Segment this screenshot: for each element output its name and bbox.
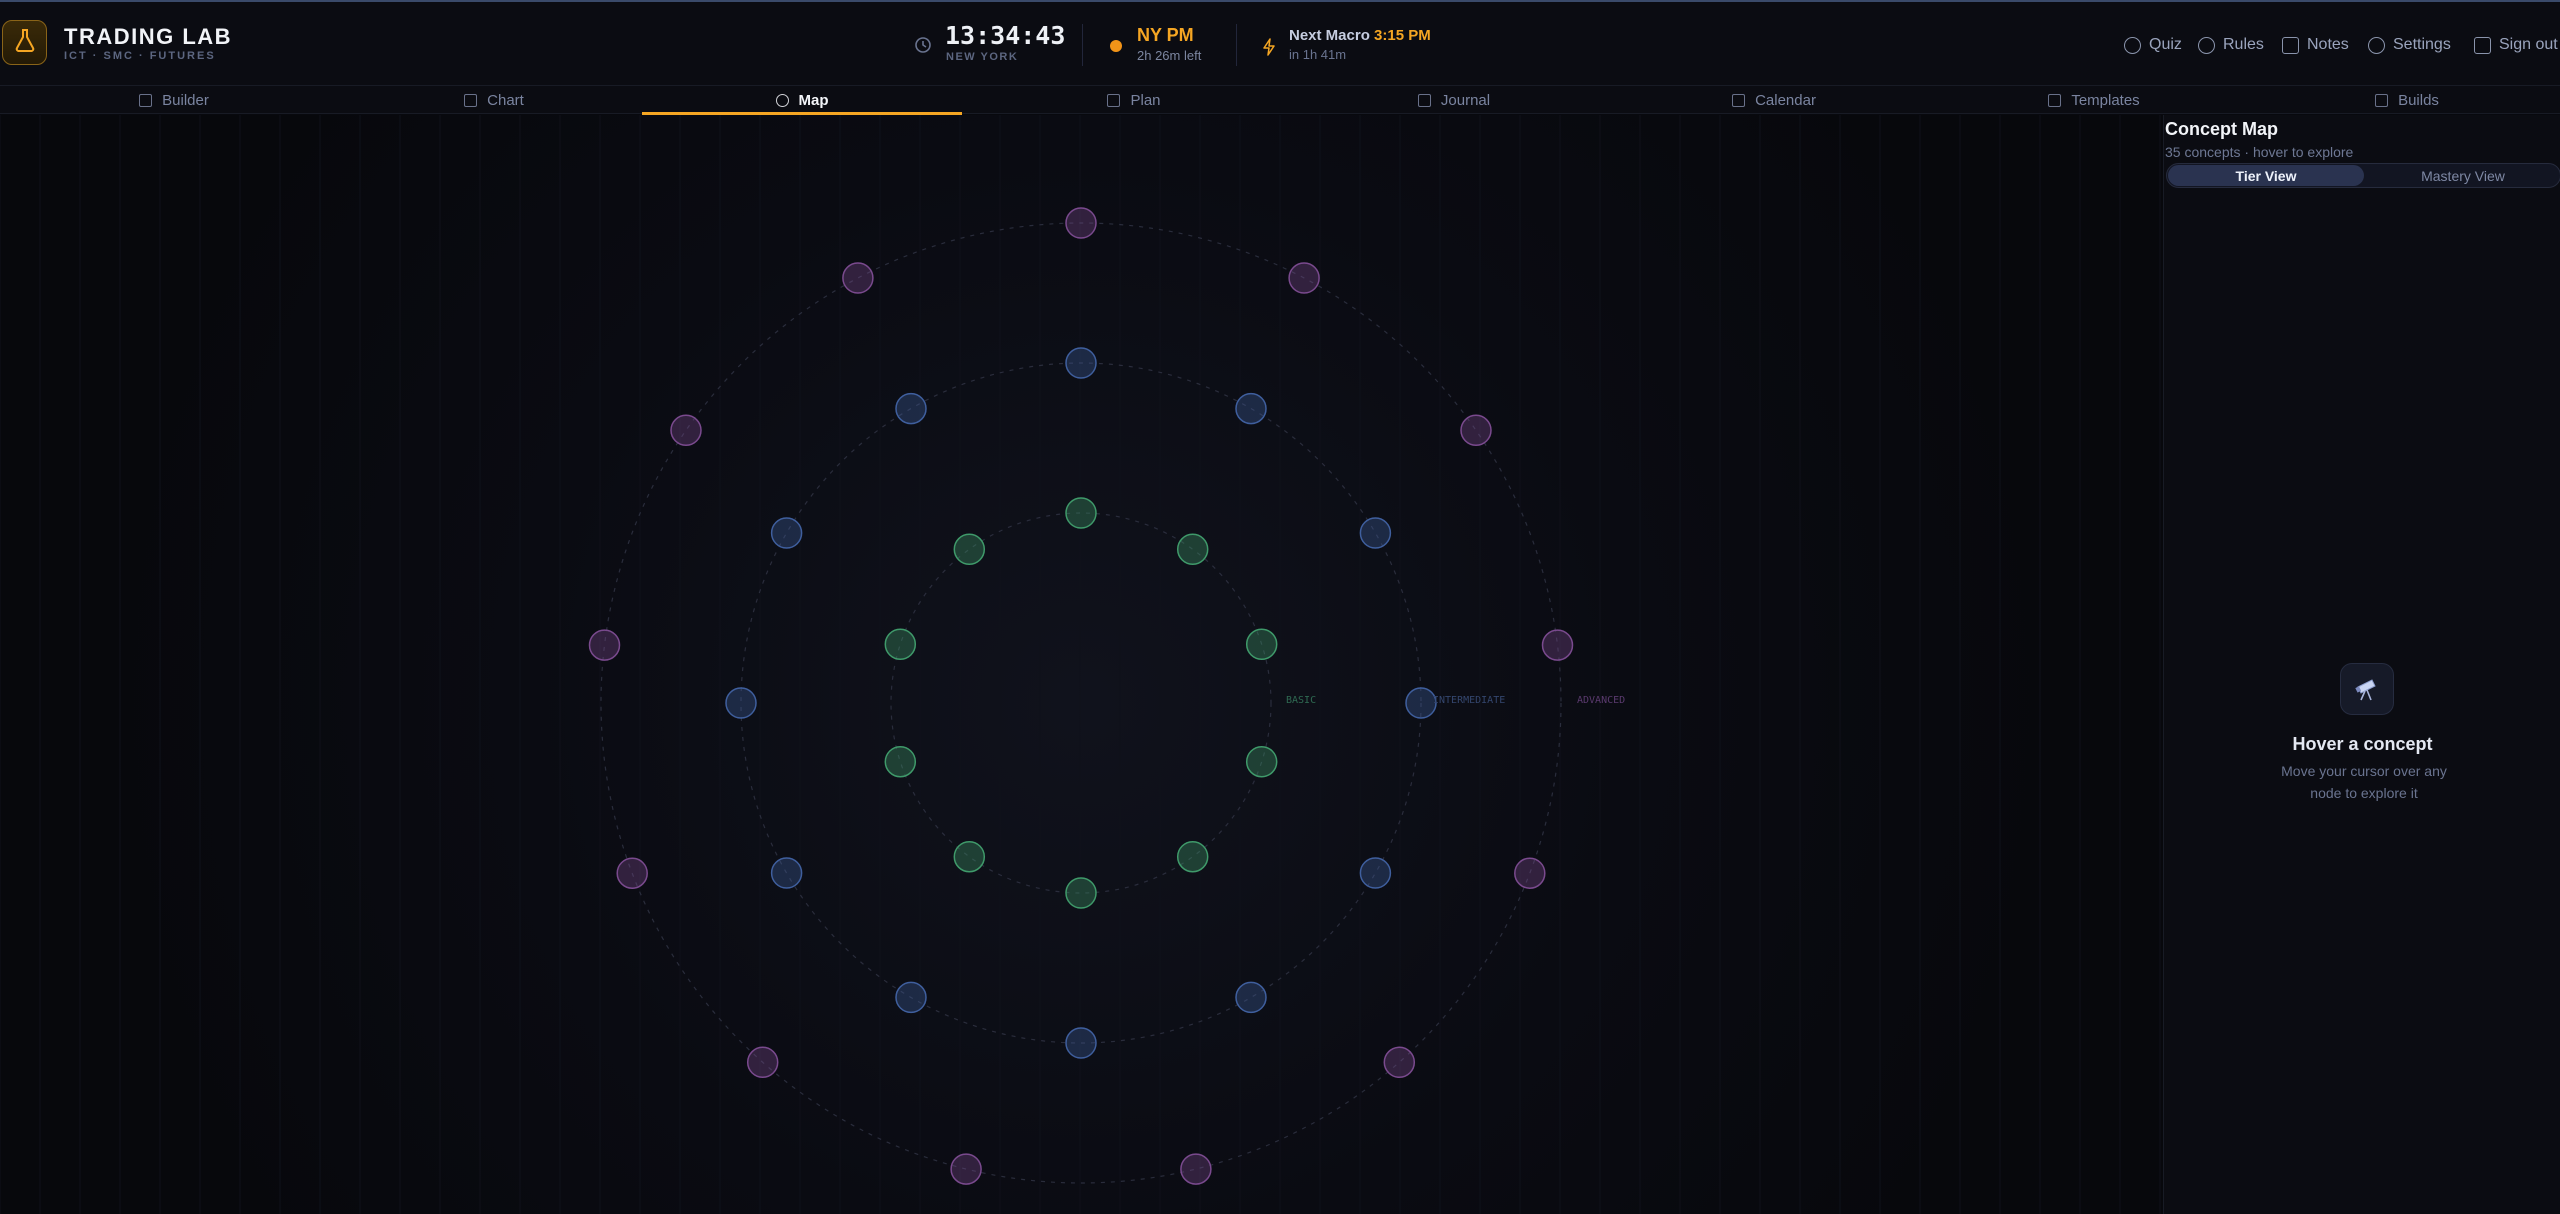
ring-label-basic: BASIC (1286, 695, 1316, 706)
calendar-icon (1732, 93, 1746, 107)
empty-state-description: Move your cursor over any node to explor… (2281, 763, 2447, 801)
tier-view-button[interactable]: Tier View (2168, 165, 2364, 186)
settings-button[interactable]: Settings (2368, 34, 2451, 56)
concept-node-basic[interactable] (1245, 745, 1278, 778)
concept-node-advanced[interactable] (1514, 857, 1546, 889)
tab-builds[interactable]: Builds (2254, 86, 2560, 114)
main-nav: Builder Chart Map Plan Journal Calendar … (0, 86, 2560, 115)
tab-plan[interactable]: Plan (974, 86, 1294, 114)
builds-icon (2375, 93, 2389, 107)
next-macro-countdown: in 1h 41m (1289, 47, 1347, 62)
concept-node-advanced[interactable] (950, 1153, 982, 1185)
concept-node-intermediate[interactable] (1405, 687, 1437, 719)
concept-node-basic[interactable] (1065, 877, 1097, 909)
concept-map-canvas[interactable]: BASIC INTERMEDIATE ADVANCED (0, 115, 2163, 1214)
shield-icon (2198, 36, 2215, 54)
tab-journal[interactable]: Journal (1294, 86, 1614, 114)
concept-node-intermediate[interactable] (1065, 347, 1097, 379)
concept-node-intermediate[interactable] (1065, 1027, 1097, 1059)
concept-node-intermediate[interactable] (1359, 517, 1392, 549)
ring-label-intermediate: INTERMEDIATE (1433, 695, 1505, 706)
journal-icon (1417, 93, 1431, 107)
clock-time: 13:34:43 (945, 21, 1066, 50)
session-time-left: 2h 26m left (1137, 48, 1202, 63)
empty-state-title: Hover a concept (2292, 734, 2433, 754)
view-toggle: Tier View Mastery View (2166, 163, 2560, 188)
concept-node-intermediate[interactable] (895, 981, 927, 1014)
gear-icon (2368, 36, 2385, 54)
app-header: TRADING LAB ICT · SMC · FUTURES 13:34:43… (0, 2, 2560, 86)
panel-title: Concept Map (2165, 119, 2279, 139)
concept-node-advanced[interactable] (1383, 1046, 1416, 1079)
clock-icon (914, 36, 932, 59)
clock-zone: NEW YORK (946, 51, 1019, 63)
concept-map[interactable]: BASIC INTERMEDIATE ADVANCED (0, 115, 2163, 1214)
divider (1236, 24, 1237, 66)
tab-map[interactable]: Map (642, 86, 962, 115)
concept-node-advanced[interactable] (1065, 207, 1097, 239)
next-macro-time: 3:15 PM (1374, 27, 1431, 44)
mastery-view-button[interactable]: Mastery View (2365, 165, 2560, 186)
divider (1082, 24, 1083, 66)
concept-node-basic[interactable] (1176, 840, 1209, 873)
concept-node-basic[interactable] (953, 840, 986, 873)
concept-node-advanced[interactable] (1180, 1153, 1212, 1185)
concept-node-basic[interactable] (1065, 497, 1097, 529)
ring-basic (890, 512, 1272, 894)
telescope-icon (2340, 663, 2394, 715)
concept-node-intermediate[interactable] (725, 687, 757, 719)
concept-node-advanced[interactable] (616, 857, 648, 889)
concept-node-intermediate[interactable] (1235, 981, 1267, 1014)
concept-node-basic[interactable] (1176, 533, 1209, 566)
note-icon (2282, 36, 2299, 54)
concept-panel: Concept Map 35 concepts · hover to explo… (2163, 115, 2560, 1214)
session-status-dot (1110, 40, 1122, 52)
ring-label-advanced: ADVANCED (1577, 695, 1625, 706)
tab-chart[interactable]: Chart (334, 86, 654, 114)
quiz-icon (2124, 36, 2141, 54)
map-icon (775, 93, 789, 107)
concept-node-basic[interactable] (953, 533, 986, 566)
concept-node-advanced[interactable] (746, 1046, 779, 1079)
concept-node-intermediate[interactable] (770, 517, 803, 549)
brand-title: TRADING LAB (64, 24, 233, 49)
builder-icon (139, 93, 153, 107)
concept-node-basic[interactable] (1245, 628, 1278, 661)
concept-node-intermediate[interactable] (1359, 857, 1392, 889)
concept-node-advanced[interactable] (670, 414, 702, 447)
sign-out-icon (2474, 36, 2491, 54)
logo[interactable] (2, 20, 47, 65)
plan-icon (1107, 93, 1121, 107)
tab-builder[interactable]: Builder (14, 86, 334, 114)
concept-node-advanced[interactable] (1288, 262, 1320, 294)
concept-node-advanced[interactable] (1460, 414, 1492, 447)
templates-icon (2048, 93, 2062, 107)
concept-node-advanced[interactable] (842, 262, 874, 294)
brand-subtitle: ICT · SMC · FUTURES (64, 50, 216, 62)
concept-node-intermediate[interactable] (895, 392, 927, 425)
ring-intermediate (740, 362, 1422, 1044)
chart-icon (464, 93, 478, 107)
tab-calendar[interactable]: Calendar (1614, 86, 1934, 114)
next-macro-label: Next Macro 3:15 PM (1289, 27, 1431, 44)
notes-button[interactable]: Notes (2282, 34, 2349, 56)
concept-node-advanced[interactable] (588, 629, 621, 661)
concept-node-intermediate[interactable] (1235, 392, 1267, 425)
concept-node-advanced[interactable] (1541, 629, 1574, 661)
bolt-icon (1262, 38, 1276, 61)
concept-node-intermediate[interactable] (770, 857, 803, 889)
quiz-button[interactable]: Quiz (2124, 34, 2182, 56)
tab-templates[interactable]: Templates (1934, 86, 2254, 114)
panel-subtitle: 35 concepts · hover to explore (2165, 144, 2354, 160)
rules-button[interactable]: Rules (2198, 34, 2264, 56)
sign-out-button[interactable]: Sign out (2474, 34, 2558, 56)
concept-node-basic[interactable] (884, 745, 917, 778)
concept-node-basic[interactable] (884, 628, 917, 661)
flask-icon (14, 28, 36, 57)
session-name: NY PM (1137, 25, 1194, 45)
